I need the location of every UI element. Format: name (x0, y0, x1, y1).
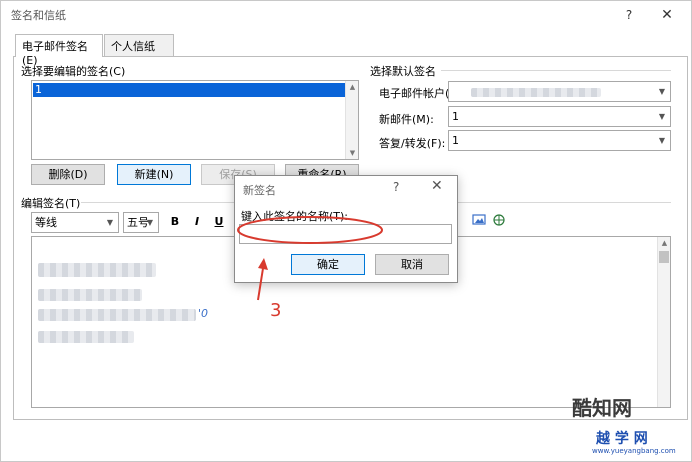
watermark-brand: 酷知网 (572, 396, 632, 420)
highlight-ellipse (237, 216, 383, 244)
watermark-brand-2: 越 学 网 (596, 431, 648, 447)
watermark-url: www.yueyangbang.com (592, 447, 676, 455)
arrow-head-icon (258, 258, 268, 270)
step-number: 3 (270, 300, 282, 321)
